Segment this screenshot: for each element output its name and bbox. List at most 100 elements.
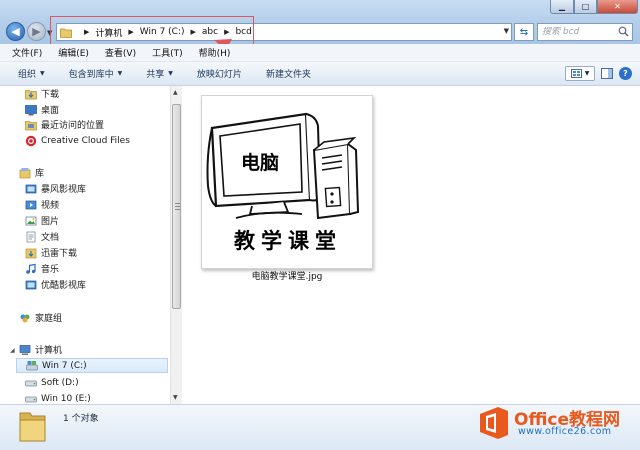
change-view-button[interactable]: ▼ — [565, 66, 595, 81]
homegroup-icon — [20, 314, 30, 322]
file-name-label[interactable]: 电脑教学课堂.jpg — [201, 269, 373, 282]
recent-places-icon — [25, 120, 37, 130]
refresh-button[interactable]: ⇆ — [514, 23, 534, 41]
nav-item-drive-e[interactable]: Win 10 (E:) — [25, 391, 91, 404]
grip-line — [175, 206, 180, 207]
help-icon: ? — [623, 69, 628, 78]
nav-item-recent-places[interactable]: 最近访问的位置 — [25, 117, 104, 132]
computer-icon — [19, 344, 31, 355]
desktop-icon — [25, 104, 37, 115]
nav-item-label: Win 10 (E:) — [41, 393, 91, 404]
office-logo-icon — [480, 407, 508, 439]
menu-view[interactable]: 查看(V) — [105, 46, 136, 59]
address-dropdown-icon[interactable]: ▼ — [504, 27, 509, 35]
nav-item-computer[interactable]: 计算机 — [19, 342, 62, 357]
new-folder-button[interactable]: 新建文件夹 — [266, 67, 311, 80]
forward-arrow-icon: ▶ — [32, 25, 41, 38]
search-box[interactable] — [537, 23, 633, 41]
chevron-down-icon: ▼ — [584, 70, 590, 77]
grip-line — [175, 209, 180, 210]
close-button[interactable]: ✕ — [597, 0, 638, 14]
thumbnail-caption-text: 教学课堂 — [234, 229, 342, 253]
nav-item-music[interactable]: 音乐 — [25, 261, 59, 276]
scrollbar-thumb[interactable] — [172, 104, 181, 309]
close-icon: ✕ — [614, 2, 621, 11]
nav-item-homegroup[interactable]: 家庭组 — [19, 310, 62, 325]
music-icon — [26, 263, 36, 274]
nav-item-documents[interactable]: 文档 — [25, 229, 59, 244]
organize-label: 组织 — [18, 70, 37, 80]
item-count: 1 个对象 — [63, 414, 99, 424]
nav-item-downloads[interactable]: 下载 — [25, 86, 59, 101]
maximize-icon: □ — [581, 2, 590, 11]
nav-item-label: 文档 — [41, 233, 60, 243]
back-arrow-icon: ◀ — [11, 25, 20, 38]
nav-item-label: 桌面 — [41, 106, 60, 116]
nav-item-drive-c[interactable]: Win 7 (C:) — [16, 358, 168, 373]
nav-item-libraries[interactable]: 库 — [19, 165, 44, 180]
nav-item-drive-d[interactable]: Soft (D:) — [25, 375, 79, 390]
menu-bar: 文件(F) 编辑(E) 查看(V) 工具(T) 帮助(H) — [0, 44, 640, 62]
back-button[interactable]: ◀ — [6, 22, 25, 41]
drive-icon — [25, 380, 37, 386]
maximize-button[interactable]: □ — [574, 0, 597, 14]
nav-item-baofeng-library[interactable]: 暴风影视库 — [25, 181, 86, 196]
share-button[interactable]: 共享 ▼ — [146, 67, 173, 80]
nav-item-youku-library[interactable]: 优酷影视库 — [25, 277, 86, 292]
nav-item-label: Soft (D:) — [41, 377, 79, 388]
nav-item-videos[interactable]: 视频 — [25, 197, 59, 212]
watermark-url-text: www.office26.com — [518, 426, 612, 437]
video-library-icon — [25, 280, 37, 289]
computer-illustration-image: 电脑 教学课堂 — [206, 112, 360, 253]
pictures-icon — [25, 216, 37, 225]
scroll-down-icon[interactable]: ▼ — [173, 394, 178, 401]
share-label: 共享 — [146, 70, 165, 80]
nav-item-creative-cloud[interactable]: Creative Cloud Files — [25, 133, 130, 148]
minimize-icon: ▁ — [558, 2, 566, 11]
collapse-arrow-icon[interactable]: ◢ — [10, 347, 15, 354]
download-folder-icon — [25, 89, 37, 99]
system-drive-icon — [26, 360, 38, 370]
view-icon — [570, 69, 582, 78]
nav-item-xunlei-downloads[interactable]: 迅雷下载 — [25, 245, 77, 260]
creative-cloud-icon — [25, 135, 37, 146]
navigation-scrollbar[interactable]: ▲ ▼ — [170, 86, 182, 404]
scroll-up-icon[interactable]: ▲ — [173, 89, 178, 96]
file-list-area[interactable]: 电脑 教学课堂 电脑教学课堂.jpg — [182, 86, 640, 404]
nav-item-label: Creative Cloud Files — [41, 135, 130, 146]
preview-pane-button[interactable] — [599, 66, 615, 81]
nav-item-label: 迅雷下载 — [41, 249, 78, 259]
include-library-button[interactable]: 包含到库中 ▼ — [69, 67, 123, 80]
menu-tools[interactable]: 工具(T) — [152, 46, 183, 59]
organize-button[interactable]: 组织 ▼ — [18, 67, 45, 80]
drive-icon — [25, 396, 37, 402]
minimize-button[interactable]: ▁ — [550, 0, 574, 14]
nav-item-label: 家庭组 — [35, 314, 63, 324]
nav-item-label: 下载 — [41, 90, 60, 100]
chevron-down-icon: ▼ — [40, 70, 45, 77]
menu-help[interactable]: 帮助(H) — [199, 46, 231, 59]
search-input[interactable] — [542, 27, 614, 37]
nav-item-label: 库 — [35, 169, 45, 179]
video-icon — [25, 200, 37, 209]
file-thumbnail[interactable]: 电脑 教学课堂 — [201, 95, 373, 269]
nav-item-label: 暴风影视库 — [41, 185, 87, 195]
nav-item-desktop[interactable]: 桌面 — [25, 102, 59, 117]
nav-item-label: 视频 — [41, 201, 60, 211]
thunder-download-icon — [25, 248, 37, 258]
nav-item-label: 计算机 — [35, 346, 63, 356]
grip-line — [175, 203, 180, 204]
nav-item-pictures[interactable]: 图片 — [25, 213, 59, 228]
nav-item-label: 最近访问的位置 — [41, 121, 105, 131]
forward-button[interactable]: ▶ — [27, 22, 46, 41]
menu-file[interactable]: 文件(F) — [12, 46, 42, 59]
menu-edit[interactable]: 编辑(E) — [58, 46, 89, 59]
chevron-down-icon: ▼ — [168, 70, 173, 77]
search-icon — [618, 26, 629, 37]
command-bar: 组织 ▼ 包含到库中 ▼ 共享 ▼ 放映幻灯片 新建文件夹 ▼ ? — [0, 62, 640, 86]
thumbnail-screen-text: 电脑 — [241, 151, 279, 174]
office26-watermark-logo: Office教程网 www.office26.com — [476, 403, 636, 443]
navigation-pane: 下载 桌面 最近访问的位置 Creative Cloud Files 库 暴风影… — [0, 86, 170, 404]
help-button[interactable]: ? — [619, 67, 632, 80]
slideshow-button[interactable]: 放映幻灯片 — [197, 67, 242, 80]
